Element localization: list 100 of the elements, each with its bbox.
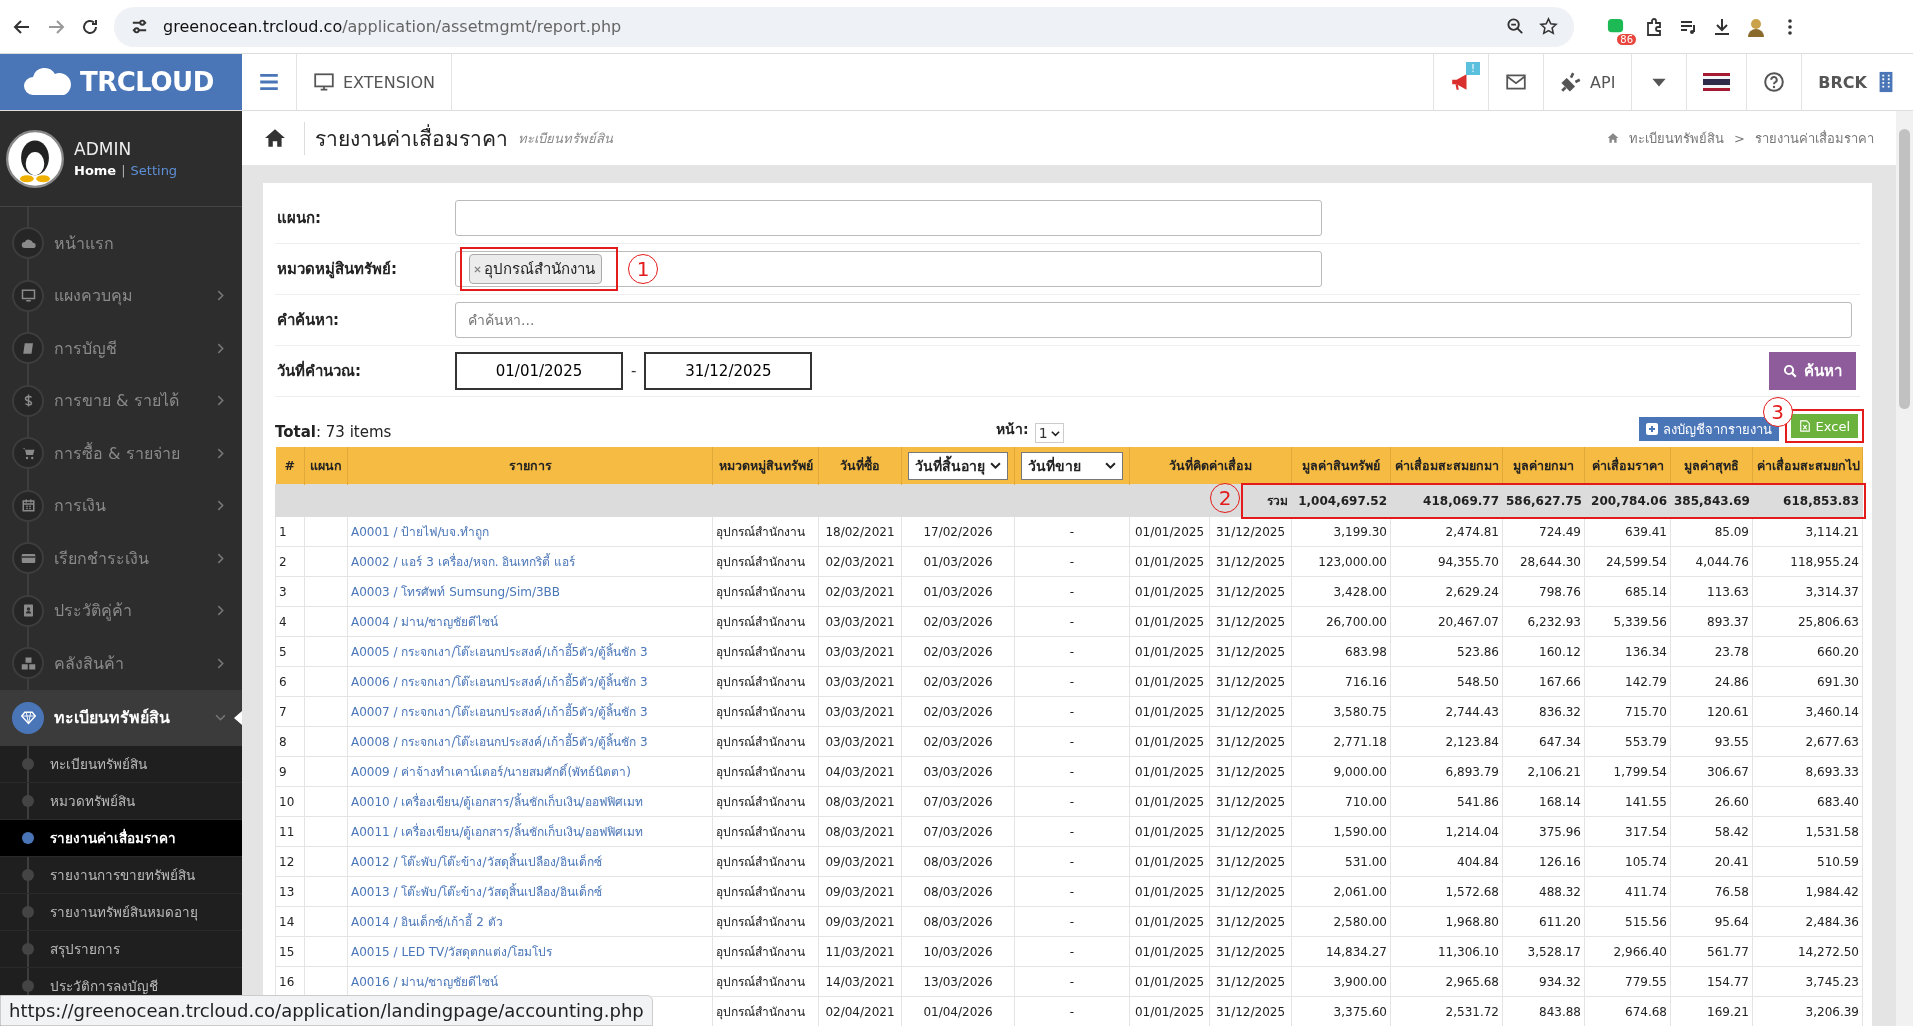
table-cell: 1,572.68 <box>1445 884 1499 899</box>
table-cell: 715.70 <box>1625 704 1667 719</box>
table-cell: 01/04/2026 <box>923 1004 993 1019</box>
table-cell: 08/03/2026 <box>923 914 993 929</box>
table-cell: 20,467.07 <box>1437 614 1499 629</box>
row-number: 1 <box>279 524 287 539</box>
scrollbar[interactable] <box>1896 111 1913 1026</box>
asset-link[interactable]: A0014 / อินเด็กซ์/เก้าอี้ 2 ตัว <box>351 915 503 929</box>
row-number: 5 <box>279 644 287 659</box>
address-bar[interactable]: greenocean.trcloud.co/application/assetmgmt/report.php <box>114 6 1574 47</box>
sidebar-item[interactable]: ทะเบียนทรัพย์สิน <box>0 689 242 746</box>
total-amount: 618,853.83 <box>1783 493 1859 508</box>
company-button[interactable]: BRCK <box>1802 54 1913 110</box>
excel-button[interactable]: Excel <box>1790 414 1858 438</box>
column-filter-select[interactable]: วันที่สิ้นอายุ <box>908 451 1008 480</box>
category-tag[interactable]: อุปกรณ์สำนักงาน <box>469 254 602 284</box>
table-cell: 31/12/2025 <box>1215 854 1286 869</box>
page-label: หน้า: <box>996 420 1029 439</box>
table-cell: - <box>1069 824 1075 839</box>
sidebar-item[interactable]: ประวัติคู่ค้า <box>0 584 242 637</box>
table-cell: - <box>1069 854 1075 869</box>
sidebar-item[interactable]: เรียกชำระเงิน <box>0 532 242 585</box>
search-icon <box>1783 363 1798 379</box>
logo[interactable]: TRCLOUD <box>0 54 242 110</box>
table-cell: 02/04/2021 <box>825 1004 895 1019</box>
table-cell: - <box>1069 944 1075 959</box>
menu-icon[interactable] <box>258 71 280 93</box>
table-cell: 02/03/2026 <box>923 734 993 749</box>
page-select[interactable]: 1 <box>1034 423 1064 443</box>
table-cell: 02/03/2021 <box>825 584 895 599</box>
end-date-field[interactable]: 31/12/2025 <box>644 352 813 390</box>
asset-link[interactable]: A0004 / ม่าน/ชาญชัยดีไซน์ <box>351 615 499 629</box>
table-cell: 01/01/2025 <box>1134 704 1205 719</box>
table-cell: 31/12/2025 <box>1215 674 1286 689</box>
table-cell: 01/01/2025 <box>1134 764 1205 779</box>
table-cell: 03/03/2021 <box>825 644 895 659</box>
asset-link[interactable]: A0001 / ป้ายไฟ/บจ.ทำถูก <box>351 525 490 539</box>
search-button[interactable]: ค้นหา <box>1769 352 1856 390</box>
breadcrumb-link[interactable]: รายงานค่าเสื่อมราคา <box>1755 127 1874 149</box>
table-cell: - <box>1069 704 1075 719</box>
notification-badge: ! <box>1466 62 1481 75</box>
table-cell: 03/03/2021 <box>825 674 895 689</box>
sidebar-item[interactable]: แผงควบคุม <box>0 269 242 322</box>
sidebar-item[interactable]: การซื้อ & รายจ่าย <box>0 427 242 480</box>
table-cell: 17/02/2026 <box>923 524 993 539</box>
puzzle-icon[interactable] <box>1644 16 1664 37</box>
setting-link[interactable]: Setting <box>130 163 178 178</box>
table-cell: อุปกรณ์สำนักงาน <box>716 1005 805 1019</box>
table-cell: 779.55 <box>1625 974 1667 989</box>
table-cell: 167.66 <box>1539 674 1581 689</box>
zoom-icon[interactable] <box>1506 17 1525 36</box>
table-cell: 2,061.00 <box>1333 884 1387 899</box>
column-filter-select[interactable]: วันที่ขาย <box>1021 451 1123 480</box>
table-cell: 03/03/2021 <box>825 734 895 749</box>
chevron-right-icon <box>215 395 226 407</box>
table-cell: 31/12/2025 <box>1215 884 1286 899</box>
sidebar-item[interactable]: การบัญชี <box>0 322 242 375</box>
table-cell: 3,460.14 <box>1805 704 1859 719</box>
download-icon[interactable] <box>1712 16 1732 37</box>
row-number: 11 <box>279 824 295 839</box>
table-cell: 169.21 <box>1707 1004 1749 1019</box>
department-field[interactable] <box>455 200 1322 236</box>
profile-avatar-icon[interactable] <box>1746 16 1766 37</box>
cloud-icon <box>22 67 74 97</box>
table-cell: 31/12/2025 <box>1215 944 1286 959</box>
sidebar-item[interactable]: คลังสินค้า <box>0 637 242 690</box>
table-cell: 08/03/2021 <box>825 794 895 809</box>
keyword-field[interactable]: คำค้นหา... <box>455 302 1852 338</box>
user-name: ADMIN <box>74 139 133 159</box>
table-cell: - <box>1069 584 1075 599</box>
table-cell: 20.41 <box>1714 854 1749 869</box>
table-cell: อุปกรณ์สำนักงาน <box>716 735 805 749</box>
plus-icon <box>1645 423 1658 435</box>
table-cell: 411.74 <box>1625 884 1667 899</box>
submenu-item[interactable]: รายงานค่าเสื่อมราคา <box>0 819 242 857</box>
table-cell: 31/12/2025 <box>1215 734 1286 749</box>
sidebar-item[interactable]: หน้าแรก <box>0 217 242 270</box>
sidebar-item[interactable]: การเงิน <box>0 479 242 532</box>
api-button[interactable]: API <box>1544 54 1633 110</box>
boxes-icon <box>20 655 36 671</box>
sidebar-item[interactable]: การขาย & รายได้ <box>0 374 242 427</box>
table-cell: 2,629.24 <box>1445 584 1499 599</box>
star-icon[interactable] <box>1539 17 1558 36</box>
flag-icon[interactable] <box>1703 73 1731 91</box>
table-cell: 01/03/2026 <box>923 554 993 569</box>
table-cell: 1,531.58 <box>1805 824 1859 839</box>
help-icon[interactable] <box>1763 71 1786 93</box>
table-cell: 488.32 <box>1539 884 1581 899</box>
start-date-field[interactable]: 01/01/2025 <box>455 352 623 390</box>
home-link[interactable]: Home <box>74 163 117 178</box>
table-cell: 08/03/2026 <box>923 854 993 869</box>
table-cell: - <box>1069 554 1075 569</box>
column-header: มูลค่ายกมา <box>1513 457 1574 473</box>
home-icon[interactable] <box>264 127 286 149</box>
table-cell: อุปกรณ์สำนักงาน <box>716 645 805 659</box>
table-cell: 724.49 <box>1539 524 1581 539</box>
breadcrumb-link[interactable]: ทะเบียนทรัพย์สิน <box>1629 127 1725 149</box>
asset-link[interactable]: A0016 / ม่าน/ชาญชัยดีไซน์ <box>351 975 499 989</box>
extension-button[interactable]: EXTENSION <box>297 54 453 110</box>
table-cell: 3,900.00 <box>1333 974 1387 989</box>
